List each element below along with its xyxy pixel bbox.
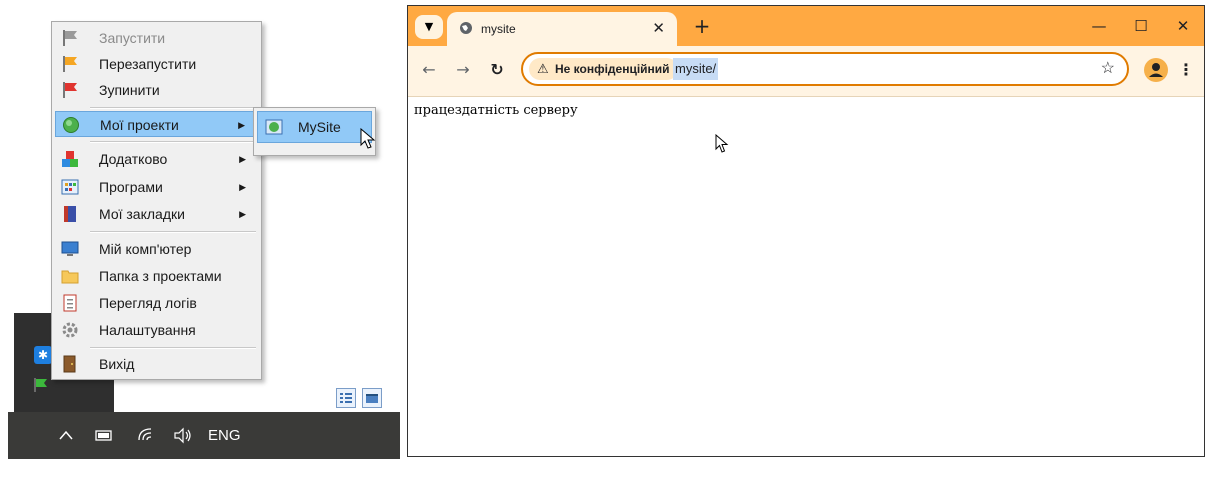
menu-item-label: Запустити [99, 30, 166, 46]
window-view-icon[interactable] [362, 388, 382, 408]
menu-item-label: Налаштування [99, 322, 196, 338]
book-icon [61, 205, 79, 223]
menu-separator [90, 141, 256, 143]
projects-submenu: MySite [253, 107, 376, 156]
tab-title: mysite [481, 22, 516, 36]
menu-item-my-computer[interactable]: Мій комп'ютер [55, 236, 258, 262]
menu-item-restart[interactable]: Перезапустити [55, 51, 258, 77]
tab-strip: ▼ mysite ✕ + — ☐ ✕ [408, 6, 1204, 46]
menu-separator [90, 107, 256, 109]
show-hidden-icons-chevron-icon[interactable] [58, 412, 74, 459]
submenu-item-label: MySite [298, 119, 341, 135]
exit-door-icon [61, 355, 79, 373]
tab-close-icon[interactable]: ✕ [652, 12, 665, 46]
flag-gray-icon [61, 29, 79, 47]
menu-item-label: Папка з проектами [99, 268, 222, 284]
menu-item-view-logs[interactable]: Перегляд логів [55, 290, 258, 316]
tray-view-toggles [336, 388, 388, 408]
menu-item-label: Мої проекти [100, 117, 179, 133]
menu-item-label: Програми [99, 179, 163, 195]
warning-triangle-icon: ⚠ [537, 61, 549, 76]
new-tab-plus-icon[interactable]: + [689, 13, 715, 39]
menu-kebab-icon[interactable]: ⋮ [1178, 56, 1194, 84]
menu-item-exit[interactable]: Вихід [55, 351, 258, 377]
apps-grid-icon [61, 178, 79, 196]
submenu-arrow-icon: ▶ [239, 182, 246, 192]
page-body-text: працездатність серверу [414, 103, 578, 118]
blocks-icon [61, 150, 79, 168]
tab-search-chevron-icon[interactable]: ▼ [415, 15, 443, 39]
menu-item-settings[interactable]: Налаштування [55, 317, 258, 343]
log-icon [61, 294, 79, 312]
menu-item-my-bookmarks[interactable]: Мої закладки ▶ [55, 201, 258, 227]
url-text[interactable]: mysite/ [673, 58, 719, 80]
battery-icon[interactable] [94, 412, 114, 459]
gear-icon [61, 321, 79, 339]
submenu-arrow-icon: ▶ [239, 154, 246, 164]
security-label: Не конфіденційний [555, 62, 670, 76]
menu-separator [90, 347, 256, 349]
submenu-arrow-icon: ▶ [239, 209, 246, 219]
menu-item-label: Додатково [99, 151, 168, 167]
server-flag-tray-icon[interactable] [32, 376, 50, 394]
address-bar[interactable]: ⚠ Не конфіденційний mysite/ ☆ [521, 52, 1129, 86]
server-context-menu: Запустити Перезапустити Зупинити Мої про… [51, 21, 262, 380]
menu-item-label: Мій комп'ютер [99, 241, 192, 257]
bookmark-star-icon[interactable]: ☆ [1101, 54, 1115, 84]
submenu-item-mysite[interactable]: MySite [257, 111, 372, 143]
input-language-indicator[interactable]: ENG [208, 412, 241, 459]
submenu-arrow-icon: ▶ [238, 120, 245, 130]
wifi-icon[interactable] [136, 412, 156, 459]
menu-item-additional[interactable]: Додатково ▶ [55, 146, 258, 172]
bluetooth-icon[interactable]: ✱ [34, 346, 52, 364]
menu-item-start[interactable]: Запустити [55, 25, 258, 51]
menu-item-my-projects[interactable]: Мої проекти ▶ [55, 111, 258, 137]
maximize-icon[interactable]: ☐ [1118, 6, 1164, 46]
browser-toolbar: ← → ↻ ⚠ Не конфіденційний mysite/ ☆ ⋮ [408, 46, 1204, 97]
page-content: працездатність серверу [408, 97, 1204, 456]
flag-red-icon [61, 81, 79, 99]
windows-taskbar: ENG [8, 412, 400, 459]
folder-icon [61, 267, 79, 285]
volume-icon[interactable] [172, 412, 194, 459]
browser-window: ▼ mysite ✕ + — ☐ ✕ ← → ↻ ⚠ Не конфіденці… [407, 5, 1205, 457]
computer-icon [61, 240, 79, 258]
globe-icon [62, 116, 80, 134]
reload-icon[interactable]: ↻ [483, 56, 511, 84]
forward-arrow-icon[interactable]: → [449, 56, 477, 84]
globe-favicon-icon [459, 21, 473, 35]
windows-desktop-area: ✱ ENG Запустити Перезапустити Зупинити М… [0, 0, 400, 459]
back-arrow-icon[interactable]: ← [415, 56, 443, 84]
security-chip[interactable]: ⚠ Не конфіденційний [529, 58, 678, 80]
menu-item-label: Вихід [99, 356, 135, 372]
profile-avatar-icon[interactable] [1144, 58, 1168, 82]
menu-item-label: Перегляд логів [99, 295, 197, 311]
menu-separator [90, 231, 256, 233]
menu-item-programs[interactable]: Програми ▶ [55, 174, 258, 200]
mouse-cursor-icon [360, 127, 376, 154]
flag-orange-icon [61, 55, 79, 73]
site-globe-icon [265, 118, 283, 139]
menu-item-projects-folder[interactable]: Папка з проектами [55, 263, 258, 289]
menu-item-label: Перезапустити [99, 56, 197, 72]
menu-item-label: Зупинити [99, 82, 160, 98]
menu-item-label: Мої закладки [99, 206, 185, 222]
close-window-icon[interactable]: ✕ [1160, 6, 1206, 46]
mouse-cursor-icon [715, 133, 729, 158]
menu-item-stop[interactable]: Зупинити [55, 77, 258, 103]
list-view-icon[interactable] [336, 388, 356, 408]
minimize-icon[interactable]: — [1076, 6, 1122, 46]
tab-mysite[interactable]: mysite ✕ [447, 12, 677, 46]
